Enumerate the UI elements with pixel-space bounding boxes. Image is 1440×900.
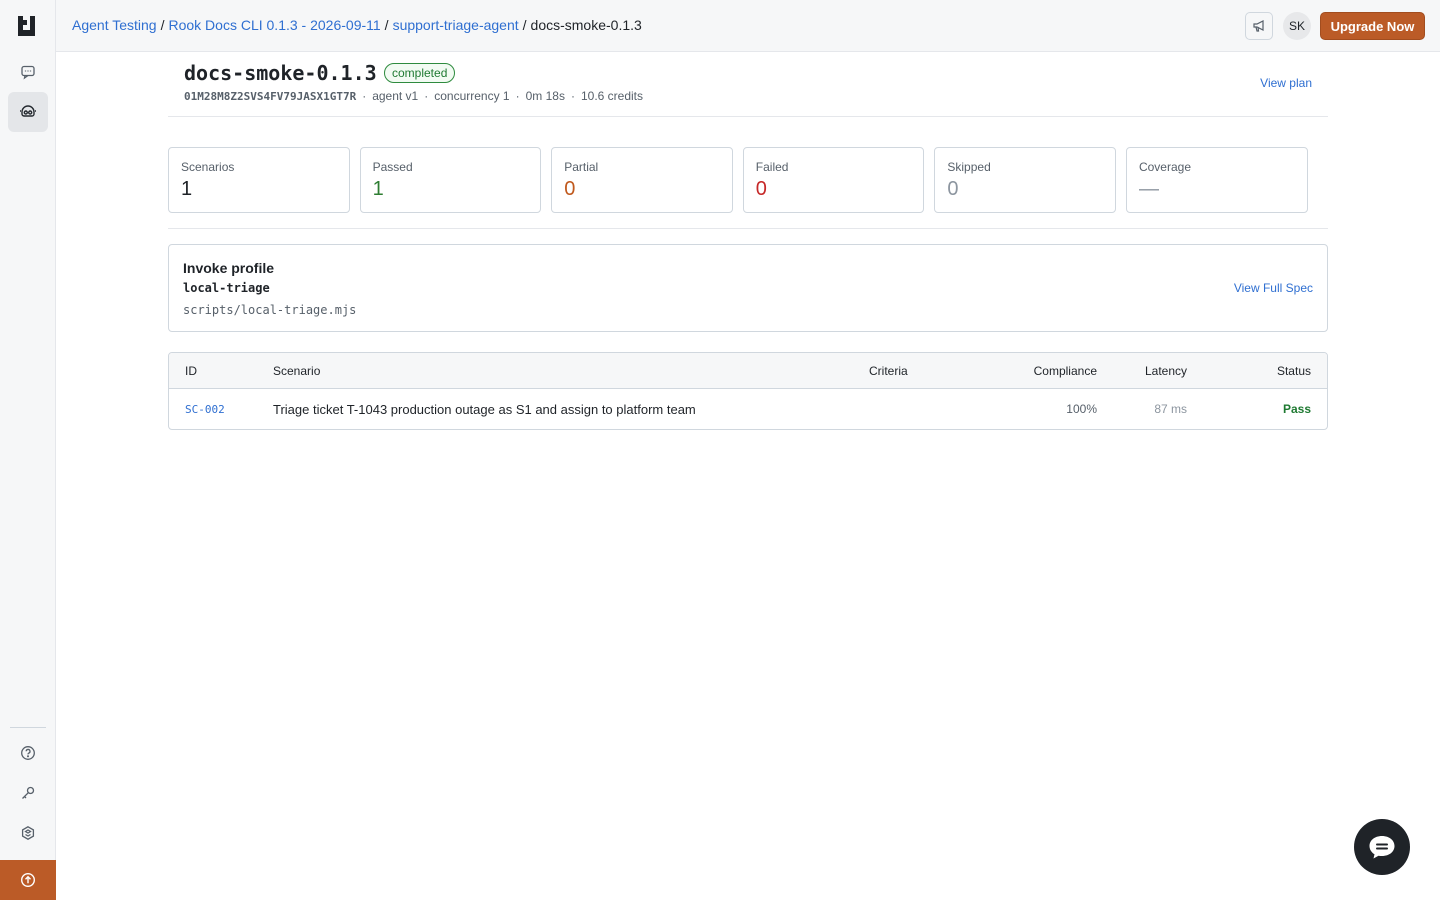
announcements-button[interactable]: [1245, 12, 1273, 40]
run-concurrency: concurrency 1: [434, 89, 510, 103]
table-header: ID Scenario Criteria Compliance Latency …: [169, 353, 1327, 389]
chat-support-button[interactable]: [1354, 819, 1410, 875]
column-header-status[interactable]: Status: [1277, 353, 1311, 388]
stat-card-partial: Partial 0: [551, 147, 733, 213]
stat-card-scenarios: Scenarios 1: [168, 147, 350, 213]
breadcrumb-link-project[interactable]: Rook Docs CLI 0.1.3 - 2026-09-11: [168, 17, 380, 33]
stat-value: 1: [372, 178, 384, 200]
column-header-compliance[interactable]: Compliance: [1034, 353, 1097, 388]
scenario-status: Pass: [1282, 402, 1311, 416]
breadcrumb-separator: /: [384, 17, 389, 33]
run-agent: agent v1: [372, 89, 419, 103]
divider: [168, 228, 1328, 229]
view-full-spec-link[interactable]: View Full Spec: [1234, 281, 1313, 295]
stat-label: Partial: [564, 160, 599, 174]
stat-card-skipped: Skipped 0: [934, 147, 1116, 213]
stat-value: 0: [755, 178, 767, 200]
stat-label: Scenarios: [181, 160, 235, 174]
sidebar-item-help[interactable]: [8, 733, 48, 773]
stat-card-passed: Passed 1: [359, 147, 542, 213]
breadcrumb-separator: /: [160, 17, 165, 33]
sidebar: [0, 0, 56, 900]
sidebar-item-chat[interactable]: [8, 52, 48, 92]
column-header-latency[interactable]: Latency: [1145, 353, 1187, 388]
stat-label: Failed: [755, 160, 789, 174]
run-duration: 0m 18s: [525, 89, 565, 103]
stat-label: Passed: [372, 160, 413, 174]
stat-value: 1: [181, 178, 193, 200]
top-bar: Agent Testing / Rook Docs CLI 0.1.3 - 2026…: [56, 0, 1440, 52]
page-title: docs-smoke-0.1.3: [184, 61, 377, 85]
status-badge: completed: [384, 63, 456, 83]
stats-row: Scenarios 1 Passed 1 Partial 0 Failed 0 …: [168, 147, 1328, 213]
invoke-profile-title: Invoke profile: [183, 260, 275, 276]
stat-value: 0: [564, 178, 576, 200]
scenario-latency: 87 ms: [1154, 402, 1187, 416]
stat-value: —: [1138, 178, 1159, 200]
stat-label: Coverage: [1138, 160, 1191, 174]
help-icon: [21, 746, 35, 760]
chat-bubble-icon: [1369, 836, 1395, 859]
arrow-up-circle-icon: [20, 872, 36, 888]
sidebar-divider: [10, 727, 46, 728]
meta-separator: ·: [362, 89, 367, 103]
app-logo[interactable]: [17, 14, 39, 38]
meta-separator: ·: [424, 89, 429, 103]
invoke-profile-path: scripts/local-triage.mjs: [183, 303, 357, 317]
sidebar-item-keys[interactable]: [8, 773, 48, 813]
scenario-name: Triage ticket T-1043 production outage a…: [273, 401, 696, 417]
stat-card-failed: Failed 0: [742, 147, 925, 213]
meta-separator: ·: [515, 89, 520, 103]
settings-icon: [21, 826, 35, 840]
view-plan-link[interactable]: View plan: [1260, 76, 1312, 90]
megaphone-icon: [1253, 20, 1264, 32]
breadcrumb-separator: /: [522, 17, 527, 33]
meta-separator: ·: [570, 89, 575, 103]
column-header-criteria[interactable]: Criteria: [869, 353, 908, 388]
breadcrumb-current: docs-smoke-0.1.3: [530, 17, 642, 33]
key-icon: [22, 786, 35, 799]
run-id: 01M28M8Z2SVS4FV79JASX1GT7R: [184, 90, 357, 103]
scenarios-table: ID Scenario Criteria Compliance Latency …: [168, 352, 1328, 430]
sidebar-upgrade-button[interactable]: [0, 860, 56, 900]
table-row[interactable]: SC-002 Triage ticket T-1043 production o…: [169, 389, 1327, 429]
sidebar-item-settings[interactable]: [8, 813, 48, 853]
stat-label: Skipped: [947, 160, 991, 174]
stat-card-coverage: Coverage —: [1125, 147, 1308, 213]
run-meta: 01M28M8Z2SVS4FV79JASX1GT7R · agent v1 · conc…: [184, 89, 643, 103]
agent-testing-icon: [20, 105, 36, 117]
column-header-id[interactable]: ID: [185, 353, 197, 388]
sidebar-item-agent-testing[interactable]: [8, 92, 48, 132]
invoke-profile-name: local-triage: [183, 281, 270, 295]
chat-icon: [21, 65, 35, 80]
divider: [168, 116, 1328, 117]
scenario-id-link[interactable]: SC-002: [185, 389, 225, 429]
stat-value: 0: [947, 178, 959, 200]
breadcrumb-link-agent-testing[interactable]: Agent Testing: [72, 17, 157, 33]
column-header-scenario[interactable]: Scenario: [273, 353, 320, 388]
breadcrumb: Agent Testing / Rook Docs CLI 0.1.3 - 2026…: [72, 17, 642, 33]
avatar[interactable]: SK: [1283, 12, 1311, 40]
invoke-profile-card: Invoke profile local-triage scripts/loca…: [168, 244, 1328, 332]
run-credits: 10.6 credits: [580, 89, 644, 103]
breadcrumb-link-agent[interactable]: support-triage-agent: [393, 17, 519, 33]
upgrade-now-button[interactable]: Upgrade Now: [1320, 12, 1425, 40]
scenario-compliance: 100%: [1066, 402, 1097, 416]
